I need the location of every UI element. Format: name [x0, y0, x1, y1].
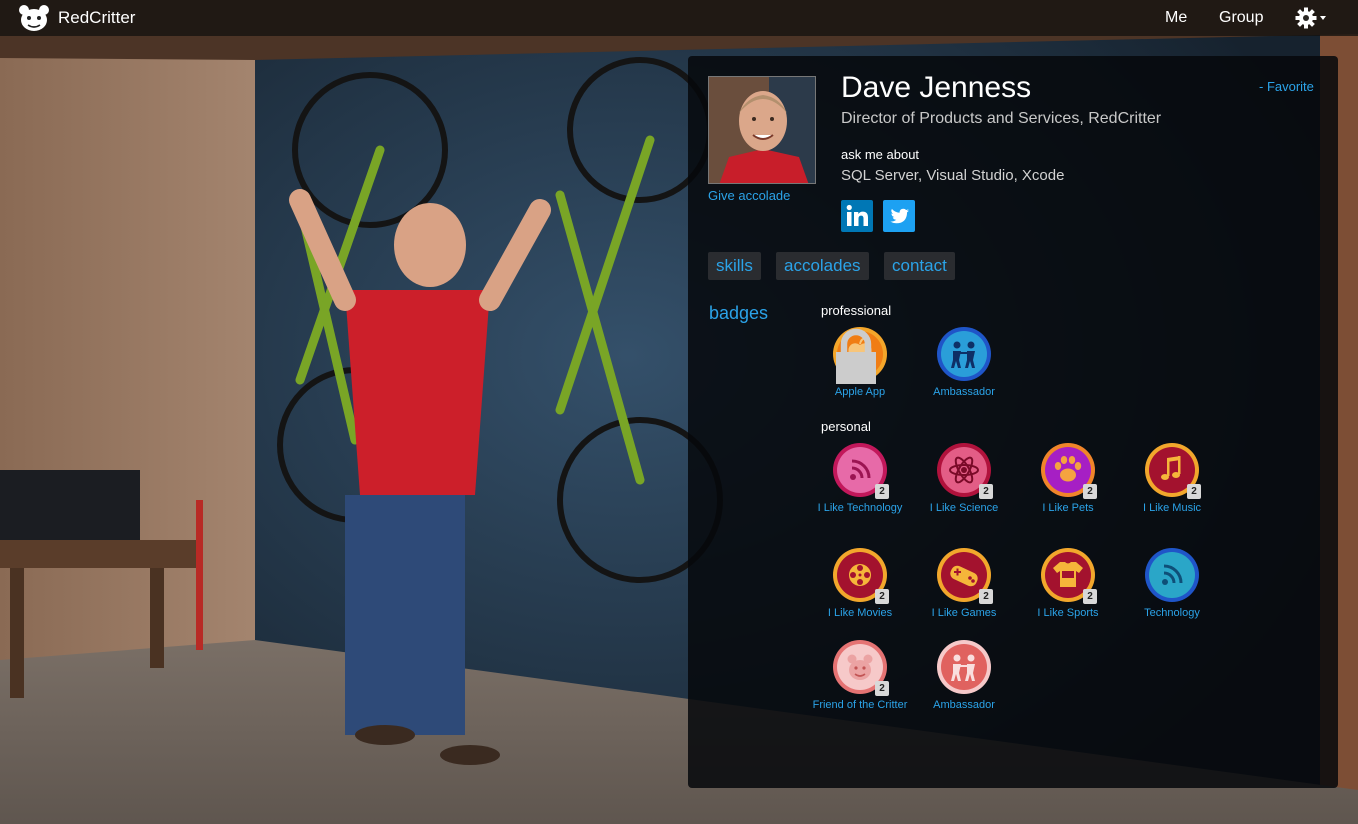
- badge-ambassador-professional[interactable]: Ambassador: [912, 326, 1016, 399]
- ask-me-about-topics: SQL Server, Visual Studio, Xcode: [841, 167, 1065, 184]
- badge-count: 2: [875, 484, 889, 499]
- professional-badges-label: professional: [821, 303, 892, 318]
- brand-home-link[interactable]: RedCritter: [14, 3, 135, 33]
- badge-label: I Like Sports: [1037, 607, 1099, 619]
- nav-group-link[interactable]: Group: [1219, 9, 1263, 27]
- linkedin-icon[interactable]: [841, 200, 873, 232]
- badge-label: Friend of the Critter: [812, 699, 908, 711]
- top-navbar: RedCritter Me Group: [0, 0, 1358, 36]
- twitter-icon[interactable]: [883, 200, 915, 232]
- avatar: [708, 76, 816, 184]
- profile-name: Dave Jenness: [841, 71, 1032, 104]
- badge-count: 2: [875, 589, 889, 604]
- badge-label: I Like Pets: [1042, 502, 1094, 514]
- badge-count: 2: [875, 681, 889, 696]
- badge-label: Technology: [1144, 607, 1200, 619]
- wireless-icon: [1145, 548, 1199, 602]
- badge-i-like-movies[interactable]: 2 I Like Movies: [808, 547, 912, 620]
- badge-label: Apple App: [834, 386, 886, 398]
- badge-label: I Like Technology: [817, 502, 903, 514]
- badge-friend-of-the-critter[interactable]: 2 Friend of the Critter: [808, 639, 912, 712]
- badge-count: 2: [979, 484, 993, 499]
- brand-name: RedCritter: [58, 8, 136, 27]
- badge-i-like-technology[interactable]: 2 I Like Technology: [808, 442, 912, 515]
- badge-count: 2: [1083, 589, 1097, 604]
- profile-title: Director of Products and Services, RedCr…: [841, 110, 1162, 127]
- badge-label: I Like Music: [1142, 502, 1202, 514]
- badge-label: Ambassador: [933, 699, 995, 711]
- badge-technology[interactable]: Technology: [1120, 547, 1224, 620]
- ask-me-about-label: ask me about: [841, 147, 920, 162]
- badge-i-like-pets[interactable]: 2 I Like Pets: [1016, 442, 1120, 515]
- profile-panel: Give accolade Dave Jenness Director of P…: [688, 56, 1338, 788]
- tab-contact[interactable]: contact: [884, 252, 955, 280]
- ambassador-icon: [937, 327, 991, 381]
- lock-icon: [836, 328, 876, 384]
- badge-label: I Like Science: [929, 502, 999, 514]
- caret-down-icon: [1320, 16, 1326, 20]
- badge-count: 2: [1187, 484, 1201, 499]
- badge-i-like-sports[interactable]: 2 I Like Sports: [1016, 547, 1120, 620]
- badge-label: I Like Games: [931, 607, 997, 619]
- settings-menu-button[interactable]: [1295, 7, 1326, 29]
- tab-accolades[interactable]: accolades: [776, 252, 869, 280]
- nav-me-link[interactable]: Me: [1165, 9, 1187, 27]
- gear-icon: [1295, 7, 1317, 29]
- favorite-link[interactable]: - Favorite: [1259, 79, 1314, 94]
- give-accolade-link[interactable]: Give accolade: [708, 188, 790, 203]
- badge-i-like-science[interactable]: 2 I Like Science: [912, 442, 1016, 515]
- redcritter-logo-icon: [19, 5, 49, 31]
- badge-label: I Like Movies: [827, 607, 893, 619]
- badge-count: 2: [979, 589, 993, 604]
- badge-i-like-games[interactable]: 2 I Like Games: [912, 547, 1016, 620]
- ambassador-icon: [937, 640, 991, 694]
- badge-i-like-music[interactable]: 2 I Like Music: [1120, 442, 1224, 515]
- badge-apple-app[interactable]: Apple App: [808, 326, 912, 399]
- personal-badges-label: personal: [821, 419, 871, 434]
- badge-label: Ambassador: [933, 386, 995, 398]
- badge-count: 2: [1083, 484, 1097, 499]
- badges-heading[interactable]: badges: [709, 303, 768, 324]
- tab-skills[interactable]: skills: [708, 252, 761, 280]
- badge-ambassador-personal[interactable]: Ambassador: [912, 639, 1016, 712]
